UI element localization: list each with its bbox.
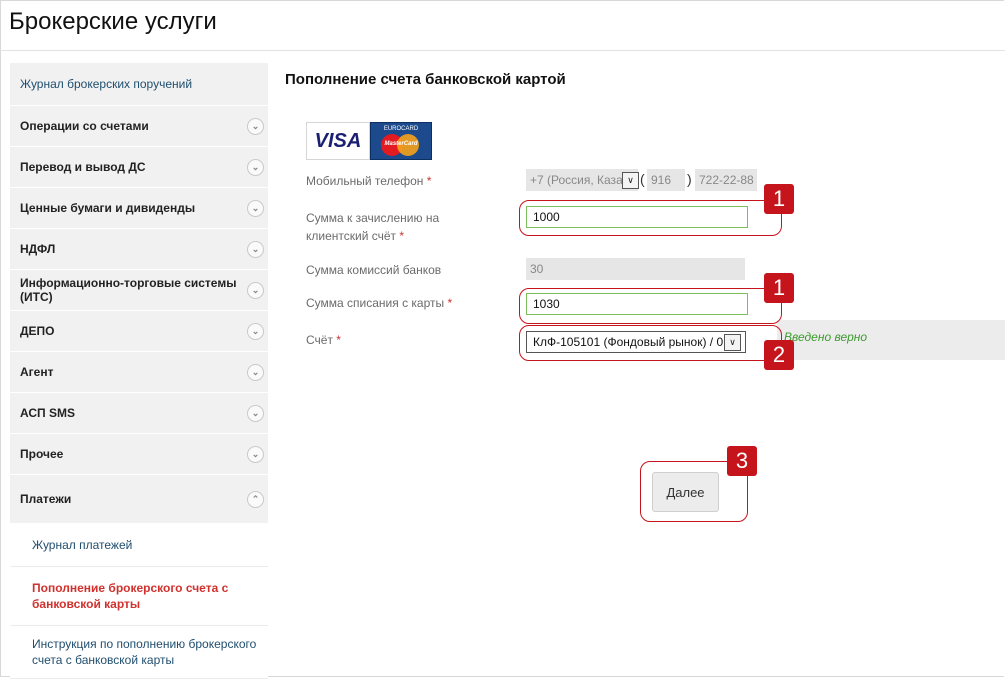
sidebar-item-asp-sms[interactable]: АСП SMS ⌄ [10,393,268,434]
sidebar-item-payments[interactable]: Платежи ⌃ [10,475,268,524]
annotation-badge-2: 2 [764,340,794,370]
sidebar-item-label: Ценные бумаги и дивиденды [20,201,196,215]
amount-credit-label: Сумма к зачислению на клиентский счёт * [306,211,440,243]
phone-code-field[interactable]: 916 [647,169,685,191]
payment-cards-logo: VISA EUROCARD MasterCard [306,122,432,160]
chevron-down-icon[interactable]: ⌄ [247,282,264,299]
annotation-outline-amount-debit [519,288,782,324]
sidebar-item-depo[interactable]: ДЕПО ⌄ [10,311,268,352]
visa-logo-text: VISA [314,129,362,152]
chevron-down-icon[interactable]: ⌄ [247,364,264,381]
sidebar-item-broker-orders-journal[interactable]: Журнал брокерских поручений [10,63,268,106]
eurocard-text: EUROCARD [383,126,419,132]
sidebar-subitem-topup-instructions[interactable]: Инструкция по пополнению брокерского сче… [10,626,268,679]
annotation-badge-1b: 1 [764,273,794,303]
sidebar-subitem-label: Журнал платежей [32,538,133,552]
sidebar-item-label: Перевод и вывод ДС [20,160,146,174]
sidebar-item-label: Агент [20,365,54,379]
chevron-down-icon[interactable]: ⌄ [247,241,264,258]
sidebar-item-label: Прочее [20,447,64,461]
sidebar-item-its[interactable]: Информационно-торговые системы (ИТС) ⌄ [10,270,268,311]
sidebar-item-label: АСП SMS [20,406,75,420]
sidebar-item-agent[interactable]: Агент ⌄ [10,352,268,393]
phone-label: Мобильный телефон * [306,174,432,188]
sidebar-subitem-label: Инструкция по пополнению брокерского сче… [32,637,257,667]
chevron-down-icon[interactable]: ∨ [622,172,639,189]
sidebar: Журнал брокерских поручений Операции со … [10,63,268,679]
sidebar-subitem-payments-journal[interactable]: Журнал платежей [10,524,268,567]
phone-country-value: +7 (Россия, Каза [530,173,623,187]
annotation-badge-1: 1 [764,184,794,214]
chevron-down-icon[interactable]: ⌄ [247,323,264,340]
visa-logo: VISA [306,122,370,160]
sidebar-subitem-label: Пополнение брокерского счета с банковско… [32,581,229,611]
mastercard-text: MasterCard [384,141,418,147]
sidebar-item-label: НДФЛ [20,242,56,256]
phone-paren-open: ( [640,171,645,187]
sidebar-item-label: Платежи [20,492,72,506]
sidebar-item-other[interactable]: Прочее ⌄ [10,434,268,475]
annotation-badge-3: 3 [727,446,757,476]
phone-paren-close: ) [687,171,692,187]
sidebar-item-money-transfer[interactable]: Перевод и вывод ДС ⌄ [10,147,268,188]
mastercard-logo: EUROCARD MasterCard [370,122,432,160]
chevron-down-icon[interactable]: ⌄ [247,446,264,463]
amount-debit-label: Сумма списания с карты * [306,296,453,310]
account-label: Счёт * [306,333,341,347]
sidebar-item-ndfl[interactable]: НДФЛ ⌄ [10,229,268,270]
phone-number-value: 722-22-88 [699,173,754,187]
phone-code-value: 916 [651,173,672,187]
chevron-down-icon[interactable]: ⌄ [247,405,264,422]
chevron-up-icon[interactable]: ⌃ [247,491,264,508]
sidebar-item-label: Операции со счетами [20,119,149,133]
annotation-outline-amount-credit [519,200,782,236]
bank-fee-label: Сумма комиссий банков [306,263,442,277]
validation-message: Введено верно [784,330,868,344]
annotation-outline-account [519,325,782,361]
chevron-down-icon[interactable]: ⌄ [247,200,264,217]
sidebar-item-securities[interactable]: Ценные бумаги и дивиденды ⌄ [10,188,268,229]
page-title: Пополнение счета банковской картой [285,71,566,88]
title-divider [0,50,1005,51]
bank-fee-field: 30 [526,258,745,280]
chevron-down-icon[interactable]: ⌄ [247,118,264,135]
phone-number-field[interactable]: 722-22-88 [695,169,757,191]
bank-fee-value: 30 [530,262,544,276]
chevron-down-icon[interactable]: ⌄ [247,159,264,176]
sidebar-item-account-operations[interactable]: Операции со счетами ⌄ [10,106,268,147]
app-title: Брокерские услуги [9,8,217,35]
sidebar-item-label: Журнал брокерских поручений [20,77,193,91]
sidebar-item-label: Информационно-торговые системы (ИТС) [20,276,237,304]
sidebar-subitem-card-topup[interactable]: Пополнение брокерского счета с банковско… [10,567,268,626]
sidebar-item-label: ДЕПО [20,324,55,338]
